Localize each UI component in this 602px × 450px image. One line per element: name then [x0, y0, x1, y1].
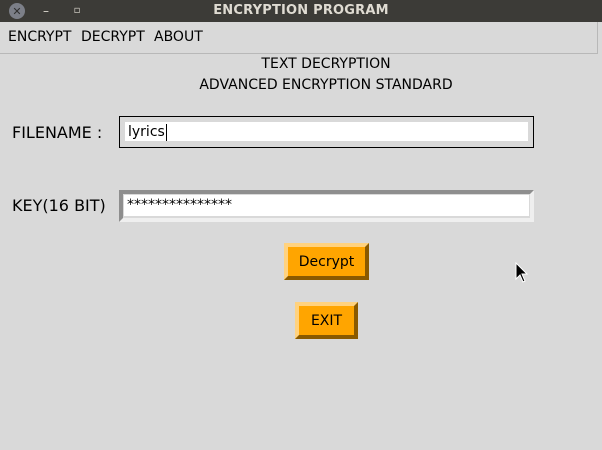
- decrypt-button[interactable]: Decrypt: [284, 243, 369, 280]
- text-caret: [165, 123, 167, 141]
- title-bar: ✕ – ▫ ENCRYPTION PROGRAM: [0, 0, 602, 22]
- filename-value: lyrics: [128, 124, 165, 140]
- exit-button[interactable]: EXIT: [295, 302, 358, 339]
- filename-input[interactable]: lyrics: [125, 122, 528, 141]
- exit-button-label: EXIT: [310, 312, 343, 329]
- window-title: ENCRYPTION PROGRAM: [213, 3, 389, 18]
- menu-decrypt[interactable]: DECRYPT: [81, 29, 145, 45]
- menu-about[interactable]: ABOUT: [154, 29, 203, 45]
- menu-encrypt[interactable]: ENCRYPT: [8, 29, 71, 45]
- key-field[interactable]: ***************: [119, 190, 534, 222]
- key-label: KEY(16 BIT): [12, 196, 106, 215]
- key-value: ***************: [127, 197, 232, 213]
- section-heading: TEXT DECRYPTION: [261, 56, 391, 72]
- decrypt-button-label: Decrypt: [298, 253, 355, 270]
- filename-field[interactable]: lyrics: [119, 116, 534, 148]
- menu-bar: ENCRYPT DECRYPT ABOUT: [0, 22, 598, 54]
- filename-label: FILENAME :: [12, 123, 103, 142]
- key-input[interactable]: ***************: [124, 195, 529, 216]
- section-subheading: ADVANCED ENCRYPTION STANDARD: [199, 77, 453, 93]
- mouse-pointer-icon: [515, 261, 529, 288]
